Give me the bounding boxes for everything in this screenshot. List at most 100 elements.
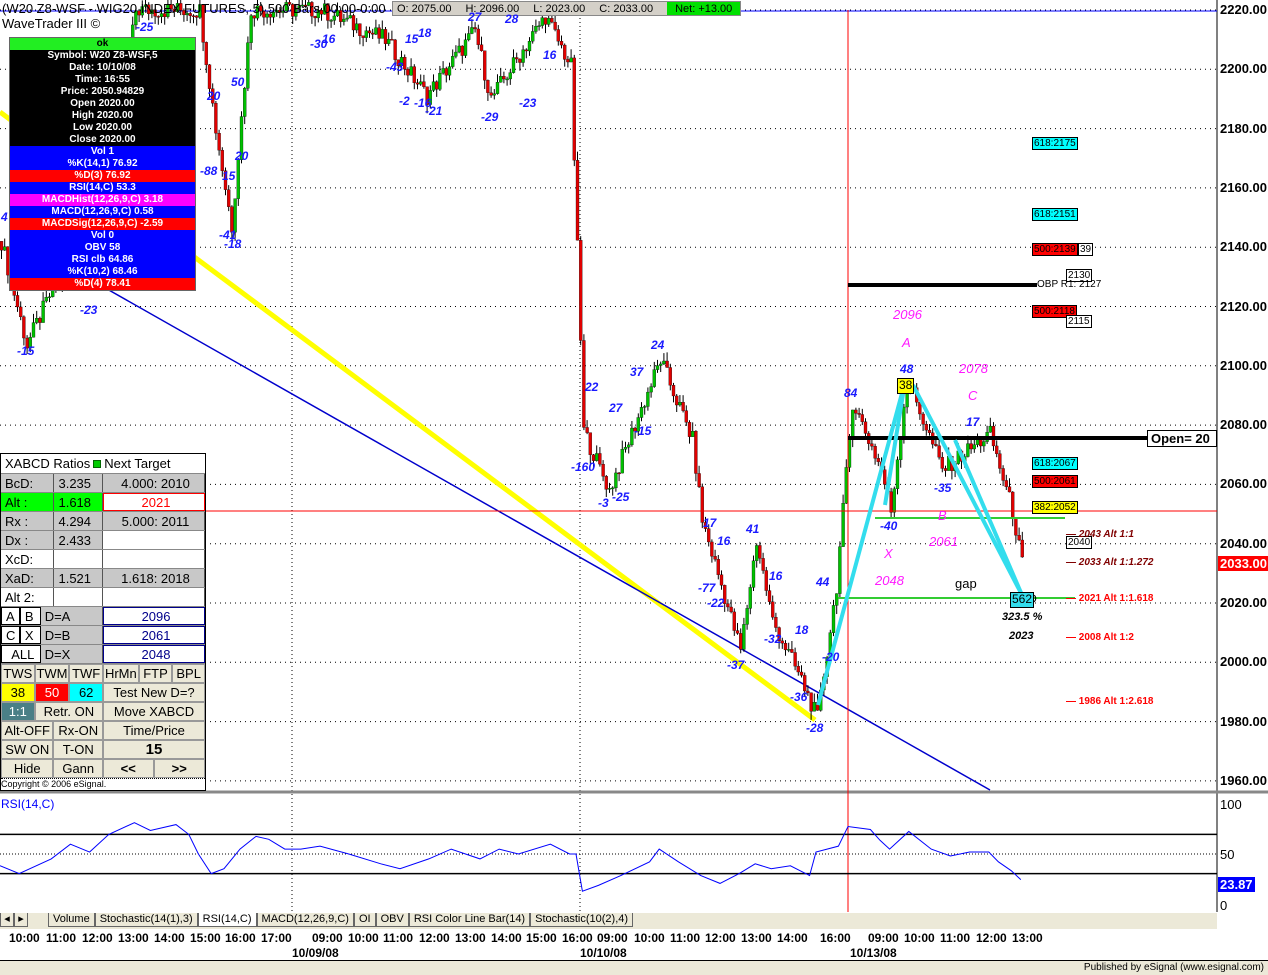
candle	[755, 545, 759, 561]
wave-count-label: -2	[399, 94, 410, 108]
wave-count-label: -25	[612, 490, 630, 504]
tab-obv[interactable]: OBV	[375, 913, 409, 927]
hrmn-button[interactable]: HrMn	[103, 664, 139, 683]
fib-level-box: 500:2061	[1032, 475, 1078, 488]
candle	[476, 28, 480, 45]
hide-button[interactable]: Hide	[1, 759, 54, 778]
candle	[495, 82, 500, 94]
wave-count-label: 41	[746, 522, 760, 536]
toggle-all[interactable]: ALL	[1, 645, 41, 663]
wave-count-label: 37	[630, 365, 644, 379]
d-value: 2061	[103, 626, 205, 644]
tab-macd-12-26-9-c-[interactable]: MACD(12,26,9,C)	[256, 913, 354, 927]
prev-button[interactable]: <<	[103, 759, 154, 778]
info-row: High 2020.00	[10, 110, 195, 122]
candle	[243, 88, 247, 117]
open-label: Open= 20	[1147, 430, 1217, 447]
candle	[716, 559, 720, 575]
move-xabcd-button[interactable]: Move XABCD	[103, 702, 205, 721]
candle	[550, 18, 554, 23]
bpl-button[interactable]: BPL	[172, 664, 206, 683]
d-target-row: ALL D=X 2048	[1, 645, 205, 664]
twm-button[interactable]: TWM	[34, 664, 70, 683]
ratio-row: Rx :4.294 5.000: 2011	[1, 512, 205, 531]
test-new-d-button[interactable]: Test New D=?	[103, 683, 205, 702]
info-row: Close 2020.00	[10, 134, 195, 146]
candle	[543, 17, 548, 25]
alt-off-button[interactable]: Alt-OFF	[1, 721, 54, 740]
tab-stochastic-14-1-3-[interactable]: Stochastic(14(1),3)	[94, 913, 198, 927]
xabcd-title: XABCD Ratios	[5, 456, 91, 471]
xabcd-panel: XABCD Ratios Next Target BcD: 3.235 4.000:…	[0, 453, 206, 791]
tws-button[interactable]: TWS	[1, 664, 35, 683]
candle	[972, 444, 976, 450]
fib-level-box: 500:2139	[1032, 243, 1078, 256]
toggle-A[interactable]: A	[1, 607, 20, 625]
target-value	[103, 588, 205, 606]
candle	[902, 406, 906, 438]
candle	[857, 413, 861, 415]
t-on-button[interactable]: T-ON	[53, 740, 103, 759]
ratio-1-1-button[interactable]: 1:1	[1, 702, 35, 721]
footer: Published by eSignal (www.esignal.com)	[1083, 962, 1264, 973]
twf-button[interactable]: TWF	[69, 664, 103, 683]
candle	[927, 429, 932, 433]
tab-rsi-color-line-bar-14-[interactable]: RSI Color Line Bar(14)	[408, 913, 531, 927]
tab-scroll-left-icon[interactable]: ◂	[0, 913, 14, 927]
info-row: MACD(12,26,9,C) 0.58	[10, 206, 195, 218]
retrace-38-button[interactable]: 38	[1, 683, 35, 702]
tab-stochastic-10-2-4-[interactable]: Stochastic(10(2),4)	[530, 913, 634, 927]
candle	[38, 318, 42, 323]
candle	[739, 633, 743, 650]
candle	[47, 296, 52, 298]
tab-rsi-14-c-[interactable]: RSI(14,C)	[197, 913, 257, 927]
candle	[809, 692, 813, 712]
candle	[1014, 518, 1018, 536]
candle	[463, 39, 468, 56]
blue-trendline	[99, 284, 991, 791]
candle	[575, 160, 580, 241]
ratio-value: 2.433	[54, 531, 104, 549]
sw-on-button[interactable]: SW ON	[1, 740, 54, 759]
fib-level-box: 39	[1078, 243, 1094, 256]
candle	[643, 406, 647, 408]
tab-volume[interactable]: Volume	[48, 913, 95, 927]
ftp-button[interactable]: FTP	[138, 664, 173, 683]
tab-oi[interactable]: OI	[353, 913, 376, 927]
candle	[681, 402, 685, 411]
retrace-50-button[interactable]: 50	[34, 683, 70, 702]
candle	[374, 27, 378, 35]
candle	[873, 446, 877, 459]
candle	[502, 76, 506, 80]
candle	[521, 49, 525, 63]
bars-count-field[interactable]: 15	[103, 740, 205, 759]
date-axis-label: 10/10/08	[580, 946, 627, 960]
toggle-X[interactable]: X	[19, 626, 41, 644]
wave-count-label: 16	[322, 32, 336, 46]
wave-count-label: -88	[200, 164, 218, 178]
candle	[895, 459, 900, 489]
candle	[787, 649, 791, 651]
candle	[332, 15, 336, 21]
candle	[844, 467, 848, 504]
next-button[interactable]: >>	[153, 759, 205, 778]
chart-title: (W20 Z8-WSF - WIG20 INDEX FUTURES, 5) 50…	[2, 1, 386, 16]
tab-scroll-right-icon[interactable]: ▸	[14, 913, 28, 927]
toggle-B[interactable]: B	[19, 607, 41, 625]
rx-on-button[interactable]: Rx-ON	[53, 721, 103, 740]
gann-button[interactable]: Gann	[53, 759, 103, 778]
retr-on-button[interactable]: Retr. ON	[34, 702, 104, 721]
target-indicator-icon	[93, 459, 102, 468]
candle	[371, 32, 375, 35]
time-price-button[interactable]: Time/Price	[103, 721, 205, 740]
candle	[710, 541, 714, 557]
candle	[367, 30, 372, 34]
d-target-row: A B D=A 2096	[1, 607, 205, 626]
a-ratio-box: 38	[897, 378, 915, 394]
candle	[611, 487, 615, 490]
toggle-C[interactable]: C	[1, 626, 20, 644]
wave-count-label: -77	[698, 581, 716, 595]
candle	[598, 453, 602, 465]
retrace-62-button[interactable]: 62	[69, 683, 104, 702]
candle	[531, 31, 535, 42]
